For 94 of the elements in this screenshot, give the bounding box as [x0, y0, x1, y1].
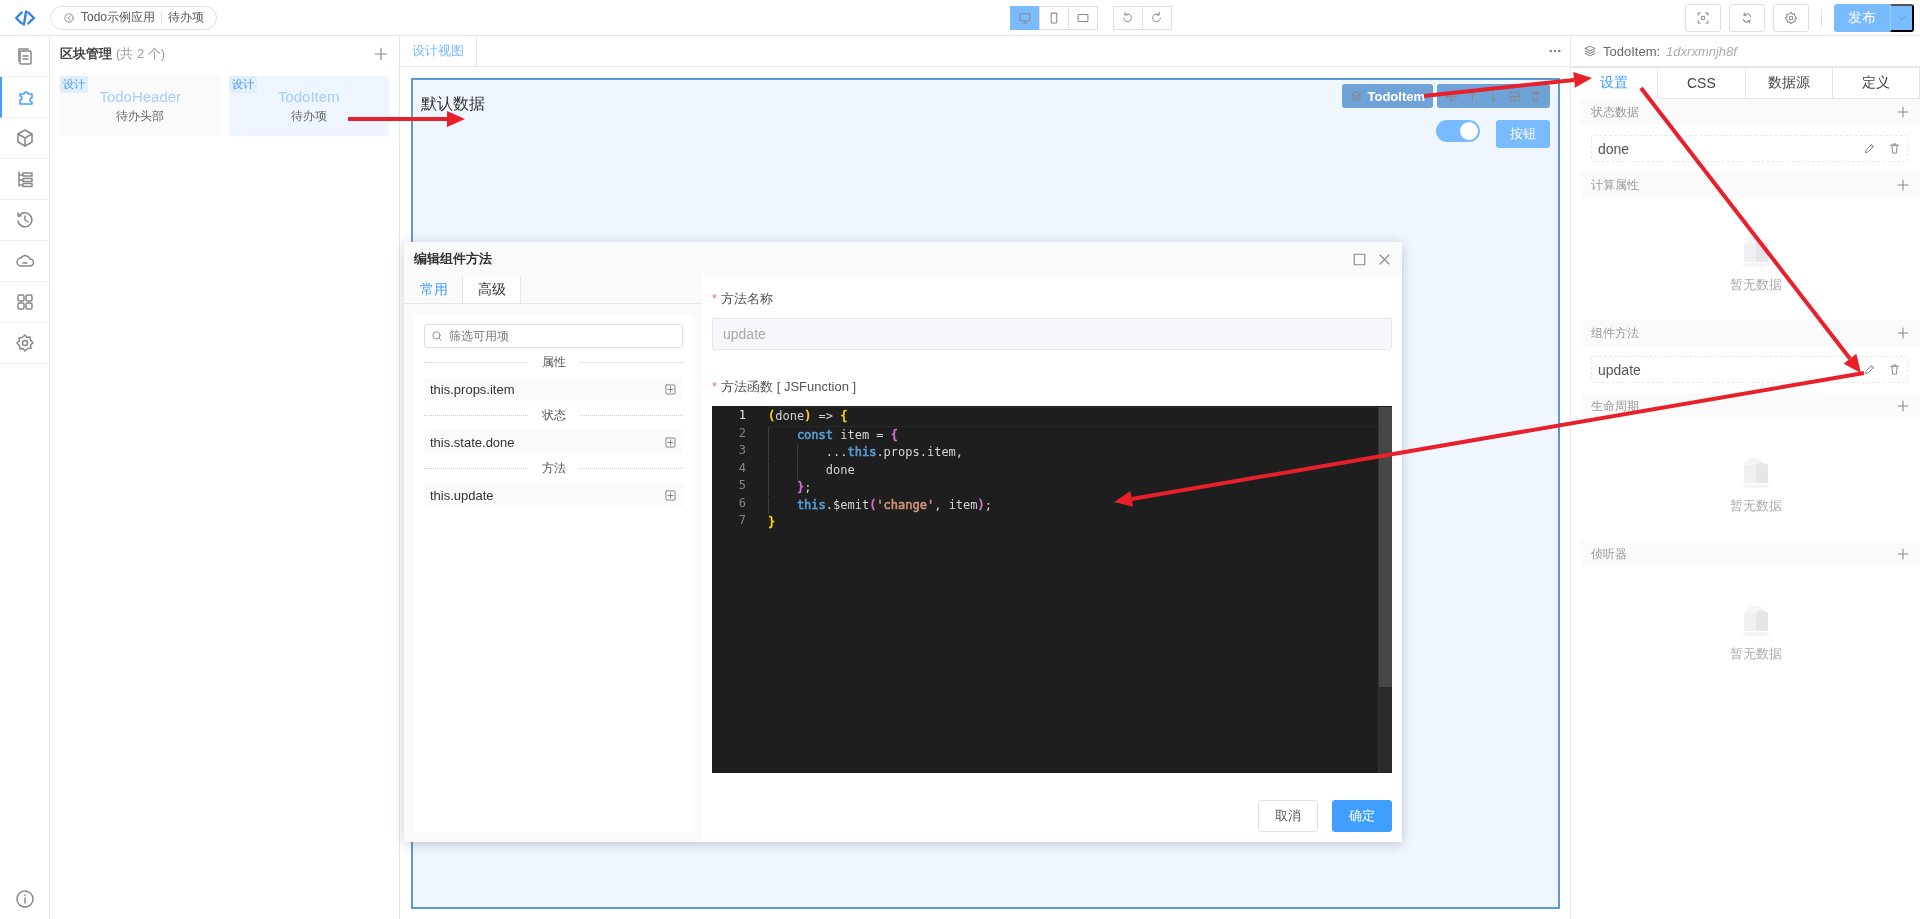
search-icon — [431, 330, 443, 342]
maximize-icon[interactable] — [1352, 251, 1367, 267]
filter-field[interactable]: 筛选可用项 — [424, 324, 683, 348]
insert-icon[interactable] — [664, 488, 677, 502]
group-title: 属性 — [424, 354, 683, 371]
block-name: TodoHeader — [99, 87, 182, 105]
code-line: this.$emit('change', item); — [796, 497, 992, 512]
field-label: * 方法函数 [ JSFunction ] — [712, 378, 858, 396]
code-line: const item = { — [796, 427, 899, 442]
code-editor[interactable]: 1 2 3 4 5 6 7 (done) => { const item = { ...this.props.item, done }; this.$emit('change', item); } — [712, 406, 1392, 773]
device-button[interactable] — [1038, 5, 1069, 30]
empty-text: 暂无数据 — [1729, 645, 1782, 663]
settings-tab[interactable]: 数据源 — [1745, 67, 1833, 99]
add-icon[interactable] — [1896, 399, 1910, 413]
undo-button[interactable] — [1112, 5, 1143, 30]
empty-text: 暂无数据 — [1729, 276, 1782, 294]
preview-icon — [1696, 10, 1710, 25]
publish-menu-button[interactable] — [1890, 3, 1914, 32]
line-number: 2 — [738, 424, 746, 442]
field-label: * 方法名称 — [712, 290, 775, 308]
line-number: 6 — [738, 494, 746, 512]
block-count: (共 2 个) — [116, 45, 166, 63]
code-line: } — [768, 515, 776, 529]
delete-icon[interactable] — [1888, 363, 1901, 376]
panel-title: 区块管理 — [60, 45, 112, 63]
apps-icon[interactable] — [14, 292, 35, 312]
info-icon[interactable] — [14, 888, 35, 909]
add-icon[interactable] — [1896, 326, 1910, 340]
block-card[interactable]: 设计 TodoHeader 待办头部 — [60, 76, 221, 136]
cube-icon[interactable] — [14, 128, 35, 148]
settings-button[interactable] — [1773, 3, 1809, 32]
undo-icon — [1121, 11, 1134, 24]
down-arrow-icon[interactable] — [1487, 89, 1500, 103]
code-line: (done) => { — [768, 409, 848, 423]
canvas-text: 默认数据 — [421, 94, 485, 114]
line-number: 4 — [738, 459, 746, 477]
block-tag: 设计 — [228, 76, 257, 93]
back-icon — [63, 11, 75, 24]
section-title: 生命周期 — [1591, 397, 1639, 415]
section-title: 组件方法 — [1591, 324, 1639, 342]
line-number: 3 — [738, 442, 746, 459]
group-title: 方法 — [424, 460, 683, 477]
edit-icon[interactable] — [1863, 142, 1876, 155]
add-icon[interactable] — [1896, 178, 1910, 192]
layers-icon — [1583, 44, 1597, 58]
insert-icon[interactable] — [664, 435, 677, 449]
refresh-button[interactable] — [1729, 3, 1765, 32]
variable-item[interactable]: this.update — [424, 483, 683, 507]
block-description: 待办头部 — [116, 107, 165, 125]
section-title: 状态数据 — [1591, 103, 1639, 121]
app-switch-button[interactable]: Todo示例应用 待办项 — [50, 5, 218, 30]
preview-button[interactable] — [1685, 3, 1721, 32]
settings-icon — [1784, 10, 1798, 25]
code-line: ...this.props.item, — [825, 445, 964, 459]
history-icon[interactable] — [14, 210, 35, 230]
line-number: 5 — [738, 477, 746, 494]
delete-icon[interactable] — [1888, 142, 1901, 155]
add-icon[interactable] — [1896, 547, 1910, 561]
variable-item[interactable]: this.props.item — [424, 377, 683, 401]
device-button[interactable] — [1067, 5, 1098, 30]
settings-tab[interactable]: CSS — [1658, 67, 1746, 99]
line-number: 1 — [738, 407, 746, 424]
settings-tab[interactable]: 定义 — [1832, 67, 1920, 99]
code-line: }; — [796, 480, 812, 494]
settings-icon[interactable] — [14, 333, 35, 353]
section-title: 计算属性 — [1591, 176, 1639, 194]
toggle-switch[interactable] — [1436, 120, 1480, 142]
monitor-icon — [1017, 10, 1032, 25]
block-description: 待办项 — [290, 107, 327, 125]
variable-item[interactable]: this.state.done — [424, 430, 683, 454]
cancel-button[interactable]: 取消 — [1258, 800, 1318, 832]
component-name: TodoItem: — [1603, 43, 1661, 59]
device-button[interactable] — [1009, 5, 1040, 30]
block-name: TodoItem — [277, 87, 340, 105]
list-item[interactable]: done — [1591, 135, 1908, 162]
scrollbar-thumb[interactable] — [1379, 407, 1392, 687]
empty-text: 暂无数据 — [1729, 497, 1782, 515]
component-id: 1dxrxmnjh8f — [1666, 43, 1737, 59]
edit-icon[interactable] — [1863, 363, 1876, 376]
redo-icon — [1150, 11, 1163, 24]
dialog-tab[interactable]: 高级 — [463, 276, 521, 303]
block-card[interactable]: 设计 TodoItem 待办项 — [228, 76, 389, 136]
add-icon[interactable] — [373, 46, 389, 62]
group-title: 状态 — [424, 407, 683, 424]
line-number: 7 — [738, 512, 746, 529]
refresh-icon — [1740, 10, 1754, 25]
insert-icon[interactable] — [664, 382, 677, 396]
block-tag: 设计 — [60, 76, 88, 93]
section-title: 侦听器 — [1591, 545, 1627, 563]
add-icon[interactable] — [1896, 105, 1910, 119]
code-line: done — [825, 462, 855, 477]
redo-button[interactable] — [1141, 5, 1172, 30]
layers-icon — [1350, 89, 1364, 103]
dialog-title: 编辑组件方法 — [414, 250, 493, 268]
